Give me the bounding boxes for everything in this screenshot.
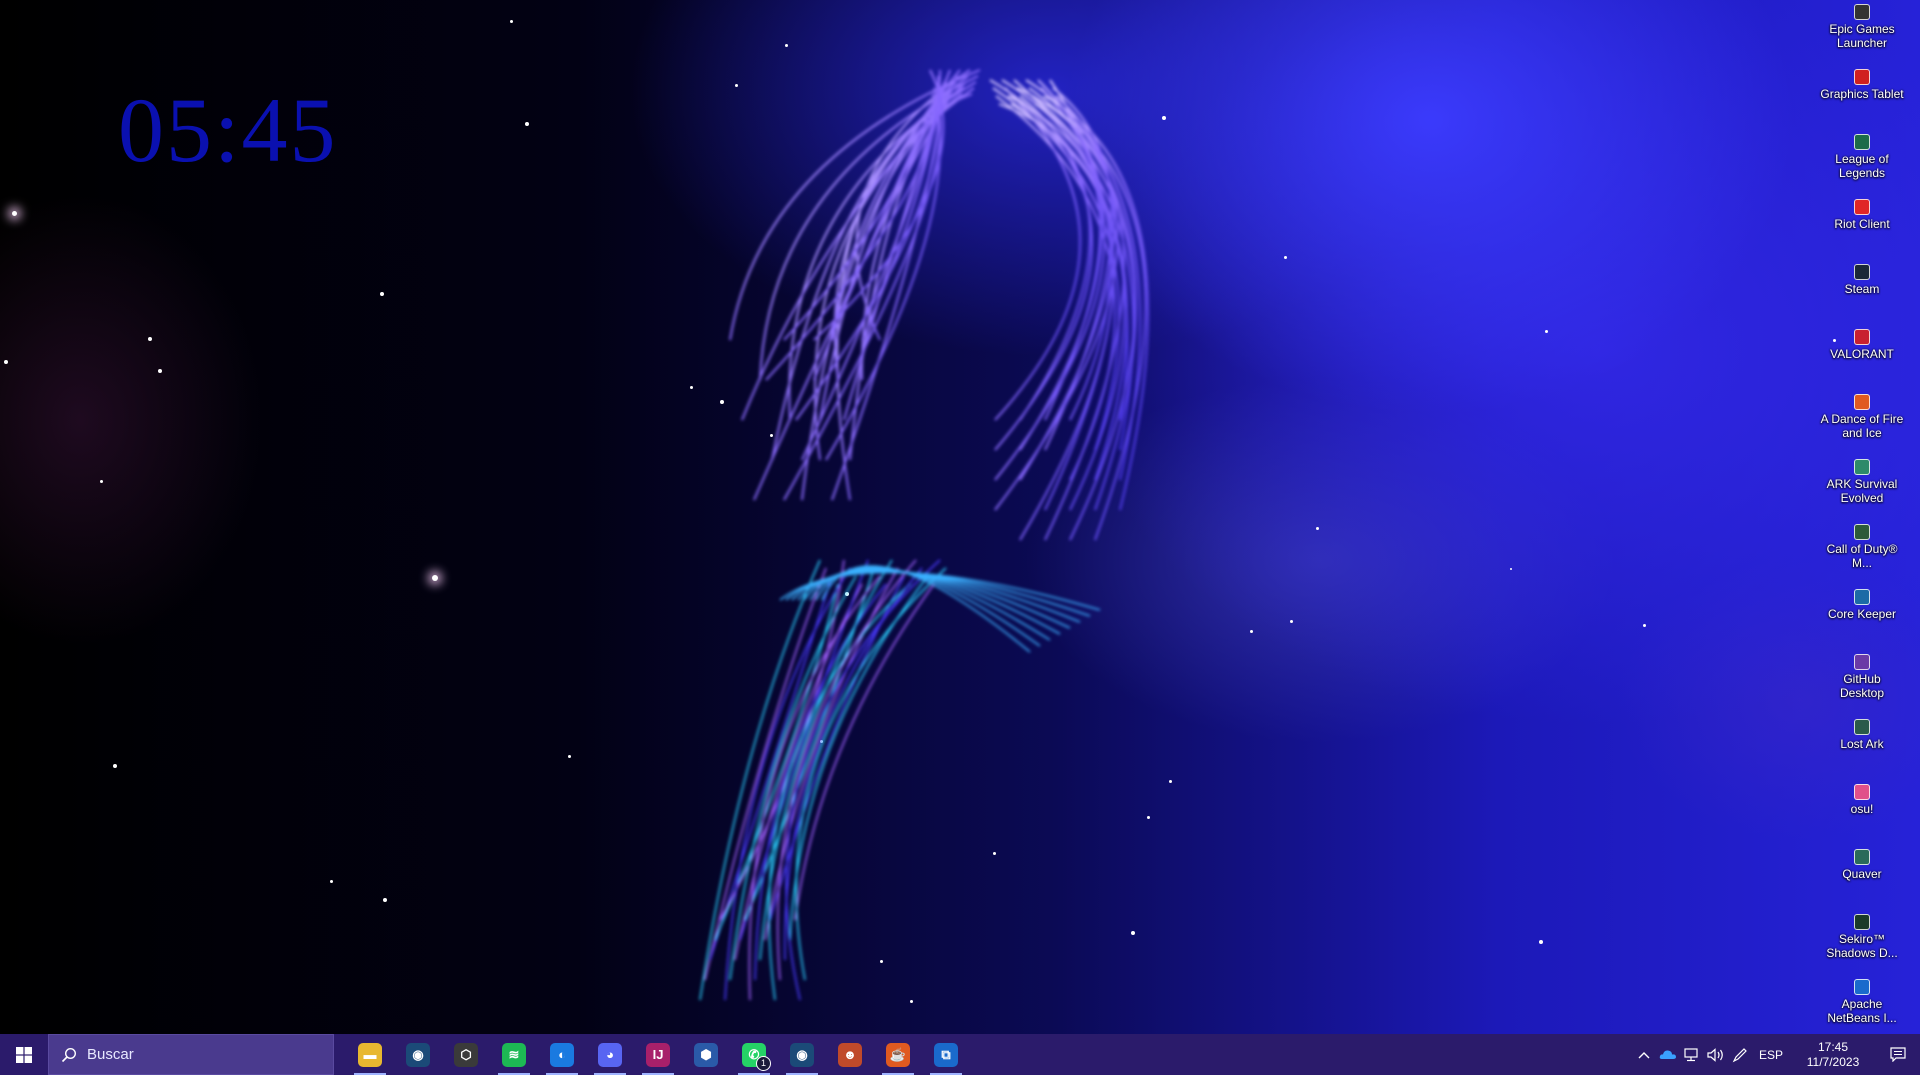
- taskbar-app-intellij-idea[interactable]: IJ: [634, 1034, 682, 1075]
- desktop-icon-label: Sekiro™ Shadows D...: [1826, 932, 1898, 960]
- taskbar-app-unity-hub[interactable]: ⬡: [442, 1034, 490, 1075]
- notification-icon: [1890, 1047, 1906, 1062]
- desktop-icon-label: Call of Duty® M...: [1826, 542, 1898, 570]
- desktop-icon-osu[interactable]: osu!: [1820, 784, 1904, 816]
- desktop-icon-call-of-duty[interactable]: Call of Duty® M...: [1820, 524, 1904, 570]
- desktop-icon-label: Steam: [1844, 282, 1880, 296]
- folder-icon: ▬: [358, 1042, 382, 1067]
- taskbar-app-whatsapp[interactable]: ✆ 1: [730, 1034, 778, 1075]
- taskbar-time: 17:45: [1817, 1039, 1849, 1054]
- desktop-icon-league-of-legends[interactable]: League of Legends: [1820, 134, 1904, 180]
- search-placeholder: Buscar: [87, 1046, 134, 1063]
- lost-ark-icon: [1854, 719, 1870, 735]
- system-tray: ESP 17:45 11/7/2023: [1632, 1034, 1920, 1075]
- taskbar-app-steam[interactable]: ◉: [394, 1034, 442, 1075]
- graphics-tablet-icon: [1854, 69, 1870, 85]
- desktop-icon-label: Core Keeper: [1827, 607, 1897, 621]
- steam-icon: ◉: [406, 1042, 430, 1067]
- desktop-icon-label: GitHub Desktop: [1839, 672, 1885, 700]
- taskbar-date: 11/7/2023: [1806, 1054, 1860, 1069]
- taskbar-app-spotify[interactable]: ≋: [490, 1034, 538, 1075]
- taskbar-app-remote-app[interactable]: ⧉: [922, 1034, 970, 1075]
- taskbar: Buscar ▬ ◉ ⬡ ≋ ◐ ◕ IJ ⬢ ✆ 1 ◉ ☻ ☕ ⧉ ESP 17:45 11/7/20…: [0, 1034, 1920, 1075]
- network-icon[interactable]: [1680, 1034, 1704, 1075]
- dance-of-fire-and-ice-icon: [1854, 394, 1870, 410]
- valorant-icon: [1854, 329, 1870, 345]
- desktop-icon-label: Lost Ark: [1840, 737, 1884, 751]
- desktop-icon-label: Apache NetBeans I...: [1827, 997, 1897, 1025]
- desktop-icon-ark[interactable]: ARK Survival Evolved: [1820, 459, 1904, 505]
- desktop-icon-label: Quaver: [1842, 867, 1882, 881]
- java-icon: ☕: [886, 1042, 910, 1067]
- taskbar-app-game-app[interactable]: ☻: [826, 1034, 874, 1075]
- desktop-icon-label: Riot Client: [1834, 217, 1890, 231]
- desktop-icon-label: ARK Survival Evolved: [1826, 477, 1898, 505]
- desktop-icon-sekiro[interactable]: Sekiro™ Shadows D...: [1820, 914, 1904, 960]
- desktop-icon-graphics-tablet[interactable]: Graphics Tablet: [1820, 69, 1904, 101]
- desktop-icon-steam[interactable]: Steam: [1820, 264, 1904, 296]
- taskbar-app-file-explorer[interactable]: ▬: [346, 1034, 394, 1075]
- desktop-icon-netbeans[interactable]: Apache NetBeans I...: [1820, 979, 1904, 1025]
- desktop-icon-label: osu!: [1850, 802, 1874, 816]
- desktop-clock-widget: 05:45: [118, 79, 338, 181]
- onedrive-icon[interactable]: [1656, 1034, 1680, 1075]
- riot-client-icon: [1854, 199, 1870, 215]
- sekiro-icon: [1854, 914, 1870, 930]
- league-of-legends-icon: [1854, 134, 1870, 150]
- taskbar-app-java[interactable]: ☕: [874, 1034, 922, 1075]
- taskbar-app-discord[interactable]: ◕: [586, 1034, 634, 1075]
- notification-center-button[interactable]: [1876, 1034, 1920, 1075]
- taskbar-clock[interactable]: 17:45 11/7/2023: [1790, 1040, 1876, 1070]
- intellij-icon: IJ: [646, 1042, 670, 1067]
- search-icon: [61, 1047, 77, 1062]
- taskbar-search-box[interactable]: Buscar: [48, 1034, 334, 1075]
- taskbar-app-virtualbox[interactable]: ⬢: [682, 1034, 730, 1075]
- ark-icon: [1854, 459, 1870, 475]
- show-hidden-icons-chevron-icon[interactable]: [1632, 1034, 1656, 1075]
- github-desktop-icon: [1854, 654, 1870, 670]
- osu-icon: [1854, 784, 1870, 800]
- firefox-icon: ◐: [550, 1042, 574, 1067]
- desktop-icon-quaver[interactable]: Quaver: [1820, 849, 1904, 881]
- epic-games-icon: [1854, 4, 1870, 20]
- game-icon: ☻: [838, 1042, 862, 1067]
- notification-badge: 1: [756, 1056, 771, 1071]
- spotify-icon: ≋: [502, 1042, 526, 1067]
- quaver-icon: [1854, 849, 1870, 865]
- desktop-icon-label: Graphics Tablet: [1820, 87, 1904, 101]
- desktop-icon-valorant[interactable]: VALORANT: [1820, 329, 1904, 361]
- start-button[interactable]: [0, 1034, 48, 1075]
- desktop-icon-riot-client[interactable]: Riot Client: [1820, 199, 1904, 231]
- call-of-duty-icon: [1854, 524, 1870, 540]
- steam-icon: ◉: [790, 1042, 814, 1067]
- taskbar-app-firefox[interactable]: ◐: [538, 1034, 586, 1075]
- pen-workspace-icon[interactable]: [1728, 1034, 1752, 1075]
- volume-icon[interactable]: [1704, 1034, 1728, 1075]
- desktop-icon-epic-games[interactable]: Epic Games Launcher: [1820, 4, 1904, 50]
- netbeans-icon: [1854, 979, 1870, 995]
- remote-icon: ⧉: [934, 1042, 958, 1067]
- desktop-icon-github-desktop[interactable]: GitHub Desktop: [1820, 654, 1904, 700]
- discord-icon: ◕: [598, 1042, 622, 1067]
- virtualbox-icon: ⬢: [694, 1042, 718, 1067]
- taskbar-pinned-apps: ▬ ◉ ⬡ ≋ ◐ ◕ IJ ⬢ ✆ 1 ◉ ☻ ☕ ⧉: [346, 1034, 970, 1075]
- desktop-icon-label: A Dance of Fire and Ice: [1820, 412, 1904, 440]
- desktop-icon-core-keeper[interactable]: Core Keeper: [1820, 589, 1904, 621]
- unity-icon: ⬡: [454, 1042, 478, 1067]
- input-language-indicator[interactable]: ESP: [1752, 1048, 1790, 1062]
- desktop-icon-dance-of-fire-and-ice[interactable]: A Dance of Fire and Ice: [1820, 394, 1904, 440]
- steam-icon: [1854, 264, 1870, 280]
- desktop-icon-label: League of Legends: [1835, 152, 1889, 180]
- wallpaper-illustration: [699, 69, 1150, 1001]
- desktop-icon-label: Epic Games Launcher: [1829, 22, 1895, 50]
- desktop-icon-lost-ark[interactable]: Lost Ark: [1820, 719, 1904, 751]
- desktop-icon-label: VALORANT: [1830, 347, 1894, 361]
- taskbar-app-steam-2[interactable]: ◉: [778, 1034, 826, 1075]
- windows-logo-icon: [16, 1046, 32, 1063]
- core-keeper-icon: [1854, 589, 1870, 605]
